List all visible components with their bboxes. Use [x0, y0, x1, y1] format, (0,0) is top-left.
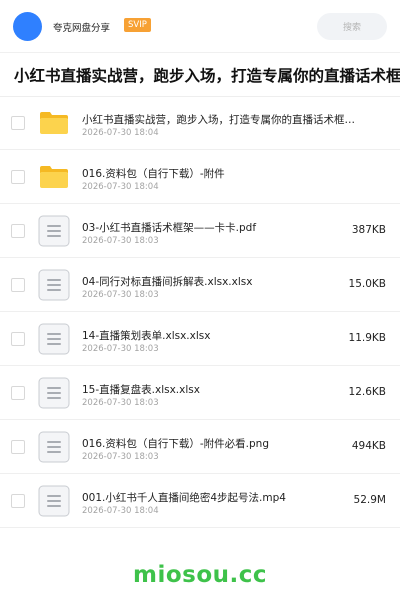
file-name: 14-直播策划表单.xlsx.xlsx: [82, 330, 211, 342]
svip-badge: SVIP: [124, 18, 151, 32]
list-item[interactable]: 016.资料包（自行下载）-附件 2026-07-30 18:04: [0, 150, 400, 204]
list-item[interactable]: 15-直播复盘表.xlsx.xlsx 2026-07-30 18:03 12.6…: [0, 366, 400, 420]
document-icon: [38, 431, 70, 463]
select-checkbox[interactable]: [11, 116, 25, 130]
file-size: 494KB: [351, 440, 386, 452]
file-size: 15.0KB: [348, 278, 386, 290]
select-checkbox[interactable]: [11, 440, 25, 454]
select-checkbox[interactable]: [11, 170, 25, 184]
account-name: 夸克网盘分享: [53, 23, 111, 34]
file-name: 04-同行对标直播间拆解表.xlsx.xlsx: [82, 276, 253, 288]
list-item[interactable]: 03-小红书直播话术框架——卡卡.pdf 2026-07-30 18:03 38…: [0, 204, 400, 258]
document-icon: [38, 485, 70, 517]
document-icon: [38, 269, 70, 301]
select-checkbox[interactable]: [11, 278, 25, 292]
file-date: 2026-07-30 18:04: [82, 506, 159, 516]
document-icon: [38, 323, 70, 355]
file-list: 小红书直播实战营，跑步入场，打造专属你的直播话术框… 2026-07-30 18…: [0, 96, 400, 528]
share-page: 夸克网盘分享 SVIP 搜索 小红书直播实战营，跑步入场，打造专属你的直播话术框…: [0, 0, 400, 600]
file-date: 2026-07-30 18:03: [82, 452, 159, 462]
document-icon: [38, 215, 70, 247]
list-item[interactable]: 016.资料包（自行下载）-附件必看.png 2026-07-30 18:03 …: [0, 420, 400, 474]
list-item[interactable]: 001.小红书千人直播间绝密4步起号法.mp4 2026-07-30 18:04…: [0, 474, 400, 528]
list-item[interactable]: 04-同行对标直播间拆解表.xlsx.xlsx 2026-07-30 18:03…: [0, 258, 400, 312]
file-date: 2026-07-30 18:04: [82, 128, 159, 138]
file-name: 016.资料包（自行下载）-附件: [82, 168, 225, 180]
file-size: 12.6KB: [348, 386, 386, 398]
folder-icon: [38, 107, 70, 139]
file-date: 2026-07-30 18:03: [82, 290, 159, 300]
file-date: 2026-07-30 18:03: [82, 344, 159, 354]
select-checkbox[interactable]: [11, 494, 25, 508]
file-size: 387KB: [351, 224, 386, 236]
file-name: 001.小红书千人直播间绝密4步起号法.mp4: [82, 492, 286, 504]
select-checkbox[interactable]: [11, 332, 25, 346]
header-divider: [0, 52, 400, 53]
list-item[interactable]: 小红书直播实战营，跑步入场，打造专属你的直播话术框… 2026-07-30 18…: [0, 96, 400, 150]
file-size: 52.9M: [353, 494, 386, 506]
search-button[interactable]: 搜索: [317, 13, 387, 40]
select-checkbox[interactable]: [11, 386, 25, 400]
file-date: 2026-07-30 18:04: [82, 182, 159, 192]
header: 夸克网盘分享 SVIP 搜索: [0, 0, 400, 52]
file-name: 小红书直播实战营，跑步入场，打造专属你的直播话术框…: [82, 114, 355, 126]
watermark: miosou.cc: [132, 562, 268, 588]
page-title: 小红书直播实战营，跑步入场，打造专属你的直播话术框架: [14, 67, 400, 85]
file-name: 016.资料包（自行下载）-附件必看.png: [82, 438, 269, 450]
file-name: 15-直播复盘表.xlsx.xlsx: [82, 384, 200, 396]
avatar: [13, 12, 42, 41]
document-icon: [38, 377, 70, 409]
folder-icon: [38, 161, 70, 193]
file-date: 2026-07-30 18:03: [82, 236, 159, 246]
file-date: 2026-07-30 18:03: [82, 398, 159, 408]
list-item[interactable]: 14-直播策划表单.xlsx.xlsx 2026-07-30 18:03 11.…: [0, 312, 400, 366]
file-size: 11.9KB: [348, 332, 386, 344]
file-name: 03-小红书直播话术框架——卡卡.pdf: [82, 222, 257, 234]
select-checkbox[interactable]: [11, 224, 25, 238]
